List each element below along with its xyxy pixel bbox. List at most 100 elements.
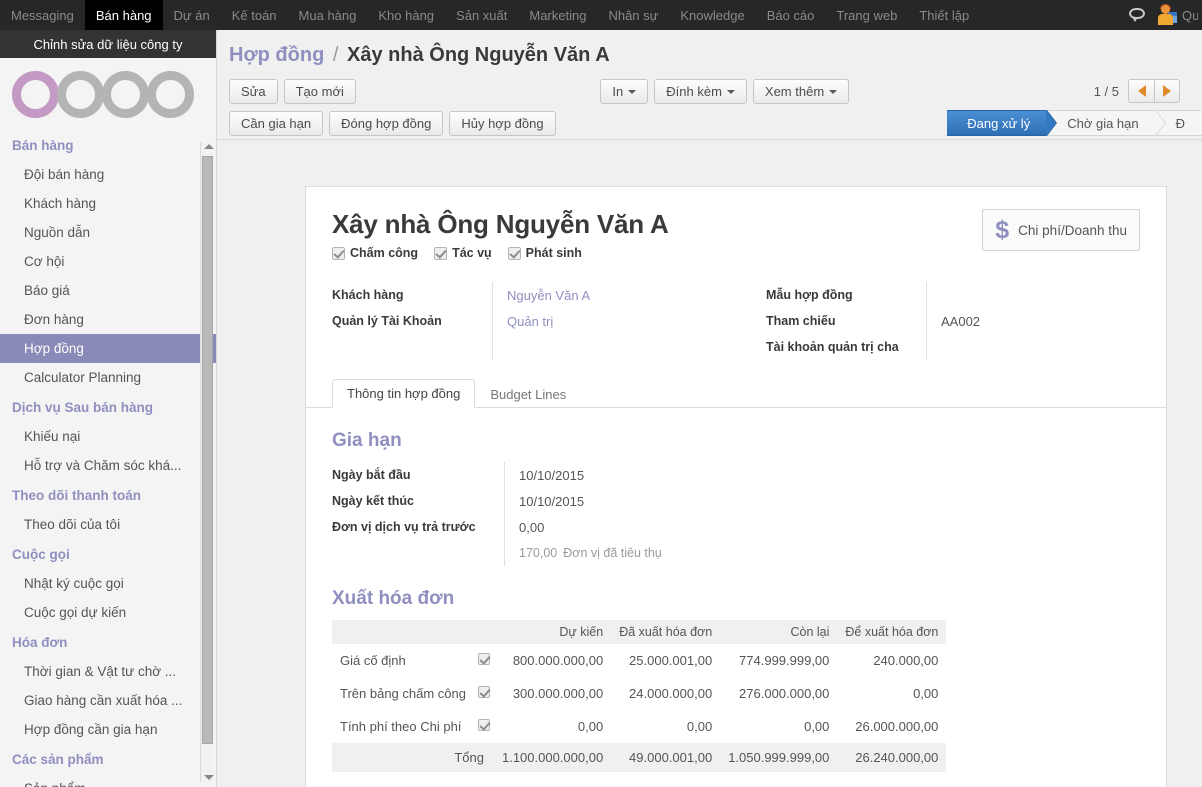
menu-item-5[interactable]: Kho hàng [367, 0, 445, 30]
menu-item-2[interactable]: Dự án [163, 0, 221, 30]
notebook-tabs: Thông tin hợp đồng Budget Lines [306, 378, 1166, 408]
breadcrumb-current: Xây nhà Ông Nguyễn Văn A [347, 44, 610, 66]
consumed-amount: 170,00 [519, 546, 558, 560]
sidebar-item-1-1[interactable]: Hỗ trợ và Chăm sóc khá... [0, 451, 216, 480]
sidebar-item-0-3[interactable]: Cơ hội [0, 247, 216, 276]
more-label: Xem thêm [764, 83, 825, 99]
menu-item-6[interactable]: Sản xuất [445, 0, 518, 30]
checkbox-icon[interactable] [332, 246, 345, 260]
attachment-dropdown-button[interactable]: Đính kèm [654, 78, 747, 104]
invoicing-table: Dự kiến Đã xuất hóa đơn Còn lại Để xuất hóa… [332, 620, 947, 772]
sidebar-item-0-6[interactable]: Hợp đồng [0, 334, 216, 363]
user-menu[interactable]: Qu [1157, 4, 1198, 25]
sidebar-item-0-1[interactable]: Khách hàng [0, 189, 216, 218]
workflow-button-0[interactable]: Cần gia hạn [229, 110, 324, 136]
checkbox-icon[interactable] [477, 653, 490, 665]
field-value-0[interactable]: Nguyễn Văn A [507, 288, 590, 303]
sidebar-scrollbar-thumb[interactable] [202, 156, 213, 744]
pager-next-button[interactable] [1154, 79, 1180, 103]
sidebar-item-0-5[interactable]: Đơn hàng [0, 305, 216, 334]
company-edit-banner[interactable]: Chỉnh sửa dữ liệu công ty [0, 30, 216, 58]
renewal-label-0: Ngày bắt đầu [332, 468, 411, 482]
cost-revenue-button[interactable]: $ Chi phí/Doanh thu [982, 209, 1140, 251]
workflow-button-2[interactable]: Hủy hợp đồng [449, 110, 556, 136]
sidebar-item-4-1[interactable]: Giao hàng cần xuất hóa ... [0, 686, 216, 715]
record-checkbox-2[interactable]: Phát sinh [507, 246, 582, 260]
menu-item-7[interactable]: Marketing [518, 0, 597, 30]
field-label-2: Tài khoản quản trị cha [766, 340, 899, 354]
renewal-fields: Ngày bắt đầu Ngày kết thúc Đơn vị dịch vụ … [332, 462, 1140, 566]
field-label-row: Mẫu hợp đồng [766, 282, 926, 308]
menu-item-3[interactable]: Kế toán [221, 0, 288, 30]
sidebar-item-0-4[interactable]: Báo giá [0, 276, 216, 305]
field-value-row: Nguyễn Văn A [507, 282, 590, 308]
toolbar-dropdowns: In Đính kèm Xem thêm [600, 78, 850, 104]
edit-button[interactable]: Sửa [229, 78, 278, 104]
checkbox-icon[interactable] [477, 686, 490, 698]
menu-item-8[interactable]: Nhân sự [597, 0, 669, 30]
field-value-1[interactable]: Quản trị [507, 314, 553, 329]
sidebar-item-4-2[interactable]: Hợp đồng cần gia hạn [0, 715, 216, 744]
field-label-1: Tham chiếu [766, 314, 836, 328]
sidebar-item-0-7[interactable]: Calculator Planning [0, 363, 216, 392]
menu-item-4[interactable]: Mua hàng [288, 0, 368, 30]
invoicing-invoiced-0: 25.000.001,00 [611, 644, 721, 677]
scroll-down-arrow-icon[interactable] [204, 775, 214, 780]
scroll-up-arrow-icon[interactable] [204, 144, 214, 149]
fields-right-values: AA002 [926, 282, 980, 360]
user-name: Qu [1182, 7, 1198, 23]
tab-0[interactable]: Thông tin hợp đồng [332, 379, 476, 408]
field-label-1: Quản lý Tài Khoản [332, 314, 442, 328]
arrow-right-icon [1163, 85, 1171, 97]
menu-item-11[interactable]: Trang web [825, 0, 908, 30]
invoicing-total-expected: 1.100.000.000,00 [493, 743, 612, 772]
tab-1[interactable]: Budget Lines [475, 380, 581, 408]
menu-item-10[interactable]: Báo cáo [756, 0, 826, 30]
chat-bubble-icon[interactable] [1129, 7, 1147, 23]
breadcrumb-parent[interactable]: Hợp đồng [229, 44, 324, 66]
invoicing-row-label-0: Giá cố định [332, 644, 474, 677]
field-value-row: Quản trị [507, 308, 590, 334]
renewal-value-1: 10/10/2015 [519, 493, 585, 509]
status-step-1[interactable]: Chờ gia hạn [1047, 110, 1167, 136]
menu-item-12[interactable]: Thiết lập [908, 0, 980, 30]
sidebar-group-title-3: Cuộc gọi [12, 547, 70, 562]
checkbox-icon[interactable] [507, 246, 521, 260]
sidebar-item-3-0[interactable]: Nhật ký cuộc gọi [0, 569, 216, 598]
record-checkbox-0[interactable]: Chấm công [332, 246, 418, 260]
menu-item-1[interactable]: Bán hàng [84, 0, 163, 30]
checkbox-icon[interactable] [434, 246, 448, 260]
workflow-button-1[interactable]: Đóng hợp đồng [329, 110, 444, 136]
more-dropdown-button[interactable]: Xem thêm [752, 78, 850, 104]
attachment-label: Đính kèm [666, 83, 722, 99]
invoicing-row-checkbox-cell [473, 644, 494, 677]
menu-item-0[interactable]: Messaging [0, 0, 85, 30]
renewal-label-row: Đơn vị dịch vụ trả trước [332, 514, 504, 540]
invoicing-table-body: Giá cố định 800.000.000,00 25.000.001,00 77… [332, 644, 947, 772]
checkbox-icon[interactable] [477, 719, 490, 731]
renewal-value-row: 10/10/2015 [519, 462, 662, 488]
invoicing-row-checkbox-cell [473, 677, 494, 710]
field-label-0: Mẫu hợp đồng [766, 288, 853, 302]
sidebar-item-3-1[interactable]: Cuộc gọi dự kiến [0, 598, 216, 627]
create-button[interactable]: Tạo mới [283, 78, 356, 104]
sidebar-scrollbar[interactable] [200, 142, 214, 782]
print-dropdown-button[interactable]: In [600, 78, 649, 104]
sidebar-item-0-2[interactable]: Nguồn dẫn [0, 218, 216, 247]
record-checkbox-1[interactable]: Tác vụ [434, 246, 492, 260]
sidebar-item-4-0[interactable]: Thời gian & Vật tư chờ ... [0, 657, 216, 686]
odoo-logo[interactable] [0, 58, 216, 130]
sidebar-item-0-0[interactable]: Đội bán hàng [0, 160, 216, 189]
sidebar-item-2-0[interactable]: Theo dõi của tôi [0, 510, 216, 539]
invoicing-remaining-2: 0,00 [720, 710, 838, 743]
sidebar-item-1-0[interactable]: Khiếu nại [0, 422, 216, 451]
field-label-row: Khách hàng [332, 282, 492, 308]
sidebar-item-5-0[interactable]: Sản phẩm [0, 774, 216, 787]
pager-previous-button[interactable] [1128, 79, 1154, 103]
invoicing-header-2: Dự kiến [493, 620, 612, 644]
invoicing-remaining-0: 774.999.999,00 [720, 644, 838, 677]
breadcrumb-separator: / [332, 44, 339, 66]
chevron-down-icon [628, 90, 637, 95]
menu-item-9[interactable]: Knowledge [669, 0, 755, 30]
status-step-0[interactable]: Đang xử lý [947, 110, 1058, 136]
